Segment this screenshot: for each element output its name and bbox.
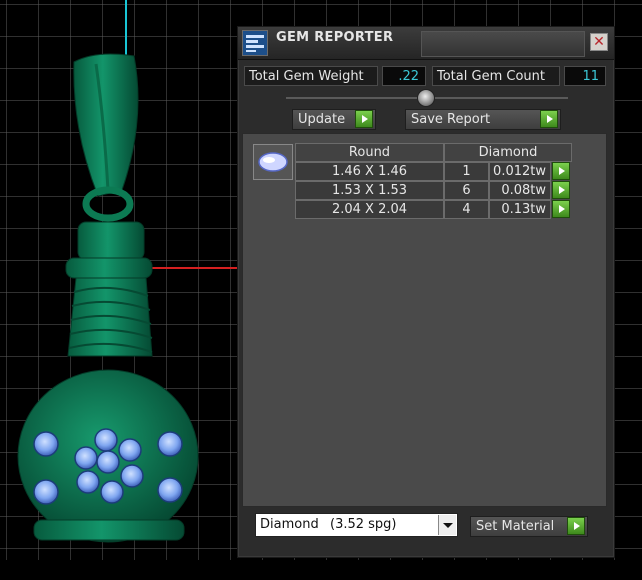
set-material-button[interactable]: Set Material (470, 516, 588, 537)
gem-size-cell: 2.04 X 2.04 (295, 200, 444, 219)
set-material-button-label: Set Material (476, 519, 555, 534)
material-select[interactable]: Diamond (3.52 spg) (255, 513, 458, 537)
material-density: (3.52 spg) (330, 517, 397, 532)
gem-list-area: Round Diamond 1.46 X 1.46 1 0.012tw 1.53… (242, 133, 607, 507)
total-gem-weight-value: .22 (382, 66, 426, 86)
gem-weight-cell: 0.012tw (489, 162, 551, 181)
save-report-button[interactable]: Save Report (405, 109, 561, 130)
material-select-value: Diamond (260, 517, 319, 532)
shape-header: Round (295, 143, 444, 162)
total-gem-count-label: Total Gem Count (432, 66, 560, 86)
play-icon[interactable] (355, 110, 373, 128)
play-icon[interactable] (552, 200, 570, 218)
save-report-button-label: Save Report (411, 112, 491, 127)
play-icon[interactable] (552, 162, 570, 180)
chevron-down-icon[interactable] (438, 515, 456, 535)
gem-weight-cell: 0.13tw (489, 200, 551, 219)
close-icon[interactable]: ✕ (590, 33, 608, 51)
total-gem-weight-label: Total Gem Weight (244, 66, 378, 86)
update-button-label: Update (298, 112, 346, 127)
gem-weight-cell: 0.08tw (489, 181, 551, 200)
gem-count-cell: 1 (444, 162, 489, 181)
slider-handle[interactable] (417, 89, 435, 107)
gem-count-cell: 6 (444, 181, 489, 200)
gem-size-cell: 1.53 X 1.53 (295, 181, 444, 200)
play-icon[interactable] (567, 517, 585, 535)
title-bar[interactable]: GEM REPORTER ✕ (238, 27, 614, 60)
gem-count-cell: 4 (444, 200, 489, 219)
gem-reporter-logo-icon (242, 30, 268, 56)
material-header: Diamond (444, 143, 572, 162)
title-bar-drag-area[interactable] (421, 31, 585, 57)
update-button[interactable]: Update (292, 109, 376, 130)
play-icon[interactable] (552, 181, 570, 199)
panel-title: GEM REPORTER (276, 30, 394, 45)
gem-size-cell: 1.46 X 1.46 (295, 162, 444, 181)
round-gem-icon[interactable] (253, 144, 293, 180)
gem-reporter-panel: GEM REPORTER ✕ Total Gem Weight .22 Tota… (237, 26, 615, 558)
total-gem-count-value: 11 (564, 66, 606, 86)
play-icon[interactable] (540, 110, 558, 128)
